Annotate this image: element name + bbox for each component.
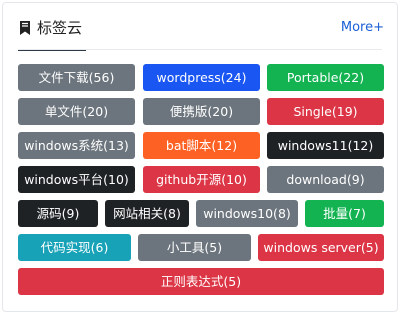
tag-item[interactable]: 便携版(20) — [143, 98, 260, 125]
tag-item[interactable]: 文件下载(56) — [18, 64, 135, 91]
tag-item[interactable]: windows系统(13) — [18, 132, 135, 159]
tag-list: 文件下载(56) wordpress(24) Portable(22) 单文件(… — [3, 3, 397, 311]
tag-item[interactable]: 批量(7) — [305, 200, 384, 227]
tag-item[interactable]: 网站相关(8) — [105, 200, 189, 227]
tag-item[interactable]: windows11(12) — [267, 132, 384, 159]
tag-item[interactable]: 代码实现(6) — [18, 234, 131, 261]
tag-item[interactable]: windows10(8) — [196, 200, 298, 227]
tag-item[interactable]: download(9) — [267, 166, 384, 193]
tag-item[interactable]: 单文件(20) — [18, 98, 135, 125]
tag-item[interactable]: windows平台(10) — [18, 166, 135, 193]
tag-item[interactable]: github开源(10) — [143, 166, 260, 193]
tag-item[interactable]: 源码(9) — [18, 200, 98, 227]
tag-item[interactable]: Single(19) — [267, 98, 384, 125]
tag-item[interactable]: 小工具(5) — [138, 234, 251, 261]
tag-item[interactable]: windows server(5) — [258, 234, 384, 261]
tag-item[interactable]: wordpress(24) — [143, 64, 260, 91]
tag-item[interactable]: Portable(22) — [267, 64, 384, 91]
tag-cloud-card: 标签云 More+ 文件下载(56) wordpress(24) Portabl… — [2, 2, 398, 312]
tag-item[interactable]: 正则表达式(5) — [18, 268, 384, 295]
tag-item[interactable]: bat脚本(12) — [143, 132, 260, 159]
